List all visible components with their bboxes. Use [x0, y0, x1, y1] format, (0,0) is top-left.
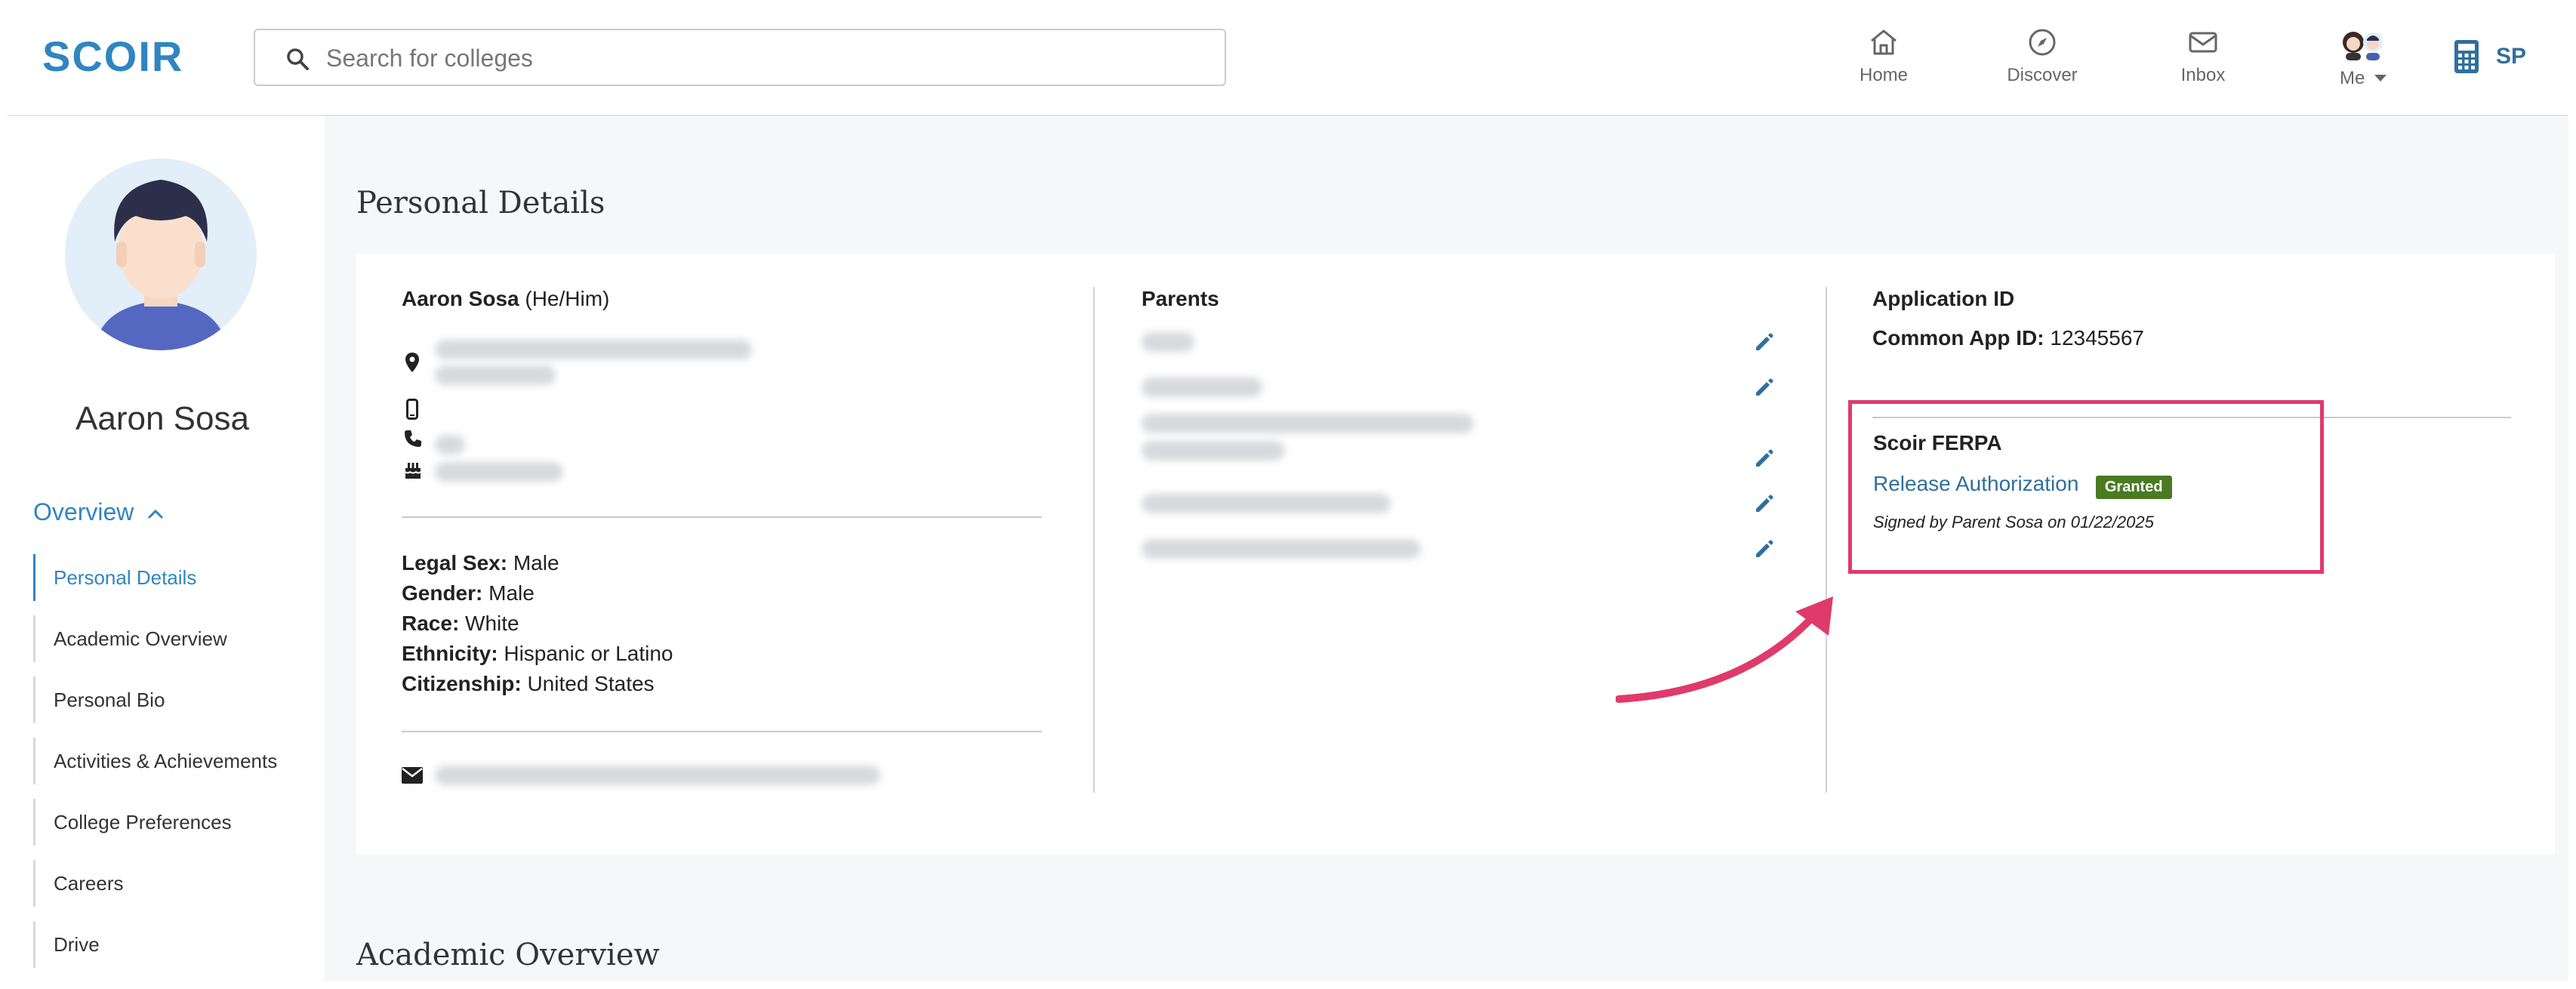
legal-sex-label: Legal Sex: [402, 551, 508, 575]
redacted-parent-line-6 [1142, 539, 1421, 559]
chevron-up-icon [148, 509, 164, 519]
gender-value: Male [488, 581, 535, 605]
sidebar-item-activities-achievements[interactable]: Activities & Achievements [33, 738, 277, 784]
granted-status-badge: Granted [2095, 476, 2172, 500]
sidebar: Aaron Sosa Overview Personal Details Aca… [8, 116, 325, 981]
sidebar-item-drive[interactable]: Drive [33, 921, 277, 968]
redacted-parent-line-1 [1142, 332, 1194, 352]
home-icon [1871, 29, 1897, 55]
legal-sex-value: Male [513, 551, 559, 575]
mail-icon [2189, 32, 2217, 53]
common-app-id-value: 12345567 [2050, 326, 2144, 350]
page-title: Personal Details [356, 186, 605, 220]
edit-pencil-icon[interactable] [1753, 492, 1776, 515]
sidebar-item-personal-bio[interactable]: Personal Bio [33, 676, 277, 723]
common-app-id-label: Common App ID: [1872, 326, 2044, 350]
student-pronouns: (He/Him) [525, 287, 610, 310]
sidebar-item-careers[interactable]: Careers [33, 860, 277, 907]
ethnicity-value: Hispanic or Latino [504, 642, 673, 665]
student-info-divider-1 [402, 516, 1042, 518]
nav-discover-label: Discover [2007, 65, 2078, 85]
race-label: Race: [402, 612, 460, 635]
redacted-parent-line-5 [1142, 494, 1391, 513]
race-value: White [465, 612, 519, 635]
ferpa-highlight-box: Scoir FERPA Release Authorization Grante… [1848, 400, 2324, 574]
redacted-email [435, 766, 880, 785]
parents-heading: Parents [1142, 287, 1219, 310]
sidebar-item-academic-overview[interactable]: Academic Overview [33, 615, 277, 662]
citizenship-value: United States [527, 672, 655, 695]
edit-pencil-icon[interactable] [1753, 538, 1776, 560]
column-divider-1 [1093, 287, 1095, 793]
nav-discover[interactable]: Discover [1993, 27, 2091, 86]
sidebar-item-college-preferences[interactable]: College Preferences [33, 799, 277, 846]
edit-pencil-icon[interactable] [1753, 331, 1776, 353]
nav-home[interactable]: Home [1842, 27, 1925, 86]
caret-down-icon [2374, 75, 2386, 82]
top-navigation-bar: SCOIR Home Discover [8, 5, 2568, 116]
ferpa-heading: Scoir FERPA [1873, 431, 2002, 454]
redacted-parent-line-2 [1142, 377, 1262, 397]
location-pin-icon [405, 353, 419, 372]
calculator-icon[interactable] [2454, 39, 2479, 74]
ethnicity-label: Ethnicity: [402, 642, 498, 665]
column-divider-2 [1826, 287, 1827, 793]
redacted-address-line-2 [435, 365, 556, 385]
compass-icon [2029, 29, 2056, 56]
nav-inbox[interactable]: Inbox [2165, 27, 2241, 86]
overview-label: Overview [33, 498, 134, 525]
user-initials[interactable]: SP [2496, 44, 2526, 69]
nav-inbox-label: Inbox [2180, 65, 2226, 85]
sidebar-menu: Personal Details Academic Overview Perso… [33, 554, 277, 981]
student-name-heading: Aaron Sosa [75, 400, 249, 437]
edit-pencil-icon[interactable] [1753, 376, 1776, 399]
ethnicity-row: Ethnicity: Hispanic or Latino [402, 642, 673, 666]
legal-sex-row: Legal Sex: Male [402, 551, 559, 575]
common-app-id-row: Common App ID: 12345567 [1872, 326, 2144, 350]
redacted-parent-line-4 [1142, 441, 1285, 461]
redacted-phone [435, 435, 465, 454]
ferpa-authorization-row: Release Authorization Granted [1873, 472, 2172, 500]
redacted-birthdate [435, 462, 563, 482]
sidebar-item-personal-details[interactable]: Personal Details [33, 554, 277, 601]
citizenship-row: Citizenship: United States [402, 672, 655, 696]
edit-pencil-icon[interactable] [1753, 447, 1776, 470]
student-avatar [65, 159, 257, 350]
personal-details-card: Aaron Sosa (He/Him) Legal Sex: Male Gend… [356, 254, 2555, 855]
mobile-phone-icon [406, 399, 418, 420]
nav-me-label: Me [2339, 68, 2365, 88]
student-info-divider-2 [402, 731, 1042, 732]
citizenship-label: Citizenship: [402, 672, 522, 695]
ferpa-signed-text: Signed by Parent Sosa on 01/22/2025 [1873, 513, 2154, 531]
scoir-logo[interactable]: SCOIR [42, 32, 183, 81]
envelope-icon [402, 767, 423, 784]
gender-row: Gender: Male [402, 581, 535, 605]
app-window: SCOIR Home Discover [8, 5, 2568, 981]
release-authorization-link[interactable]: Release Authorization [1873, 472, 2078, 495]
student-name: Aaron Sosa [402, 287, 519, 310]
redacted-parent-line-3 [1142, 414, 1474, 433]
student-name-line: Aaron Sosa (He/Him) [402, 287, 609, 311]
nav-me-menu[interactable]: Me [2325, 27, 2401, 89]
annotation-arrow-icon [1616, 596, 1833, 703]
academic-overview-heading: Academic Overview [356, 938, 660, 972]
avatars-icon [2337, 27, 2390, 60]
college-search-box[interactable] [254, 29, 1226, 86]
race-row: Race: White [402, 612, 519, 636]
application-id-heading: Application ID [1872, 287, 2015, 310]
search-input[interactable] [325, 38, 1196, 79]
phone-icon [405, 430, 421, 447]
gender-label: Gender: [402, 581, 483, 605]
birthday-cake-icon [405, 463, 421, 479]
nav-home-label: Home [1859, 65, 1909, 85]
overview-toggle[interactable]: Overview [33, 498, 165, 526]
search-icon [287, 48, 309, 70]
redacted-address-line-1 [435, 340, 752, 359]
